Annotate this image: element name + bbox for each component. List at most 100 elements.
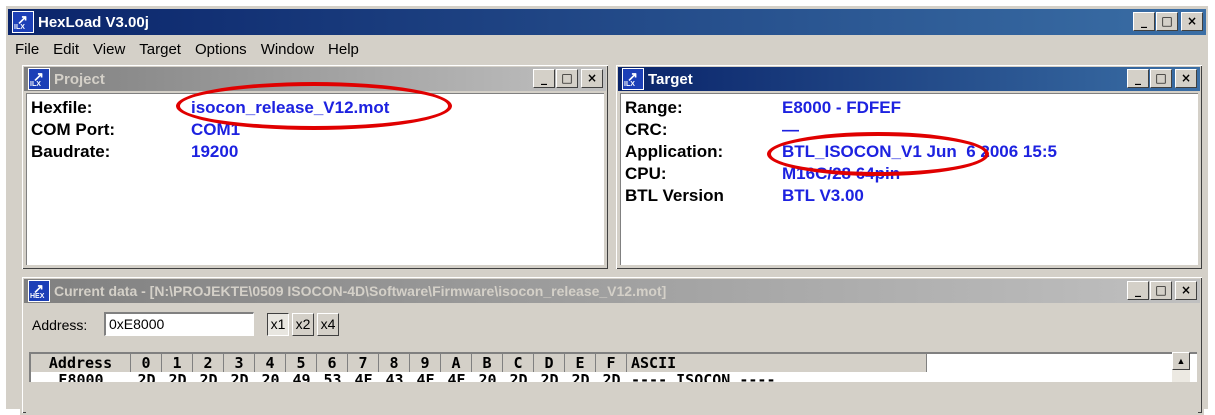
maximize-button[interactable]: □ xyxy=(556,69,578,88)
project-title: Project xyxy=(54,70,105,88)
target-title: Target xyxy=(648,70,693,88)
main-titlebar[interactable]: ↗ ILX HexLoad V3.00j _ □ × xyxy=(8,9,1206,35)
hex-byte-cell: 53 xyxy=(323,371,342,382)
hex-byte-cell: 2D xyxy=(137,371,156,382)
hex-byte-cell: 4F xyxy=(416,371,435,382)
maximize-button[interactable]: □ xyxy=(1150,281,1172,300)
column-header-b: B xyxy=(472,354,503,372)
baudrate-value: 19200 xyxy=(191,142,239,161)
range-value: E8000 - FDFEF xyxy=(782,98,902,117)
crc-row: CRC: — xyxy=(625,120,799,140)
btl-version-value: BTL V3.00 xyxy=(782,186,864,205)
minimize-button[interactable]: _ xyxy=(533,69,555,88)
hex-logo-icon: ↗ HEX xyxy=(28,280,50,302)
range-row: Range: E8000 - FDFEF xyxy=(625,98,901,118)
hex-byte-cell: 20 xyxy=(261,371,280,382)
hilx-logo-icon[interactable]: ↗ ILX xyxy=(12,11,34,33)
project-titlebar[interactable]: ↗ ILX Project _ □ × xyxy=(24,67,606,91)
hex-byte-cell: 2D xyxy=(168,371,187,382)
hexfile-label: Hexfile: xyxy=(31,98,93,117)
maximize-button[interactable]: □ xyxy=(1150,69,1172,88)
zoom-x1-button[interactable]: x1 xyxy=(267,313,289,336)
close-button[interactable]: × xyxy=(581,69,603,88)
target-titlebar[interactable]: ↗ ILX Target _ □ × xyxy=(618,67,1200,91)
current-data-titlebar[interactable]: ↗ HEX Current data - [N:\PROJEKTE\0509 IS… xyxy=(24,279,1200,303)
column-header-7: 7 xyxy=(348,354,379,372)
maximize-button[interactable]: □ xyxy=(1156,12,1178,31)
hex-byte-cell: 2D xyxy=(199,371,218,382)
menu-file[interactable]: File xyxy=(8,41,46,58)
hilx-logo-icon: ↗ ILX xyxy=(622,68,644,90)
address-cell: E8000 xyxy=(58,371,104,382)
menu-options[interactable]: Options xyxy=(188,41,254,58)
column-header-a: A xyxy=(441,354,472,372)
hex-byte-cell: 2D xyxy=(230,371,249,382)
hex-byte-cell: 2D xyxy=(509,371,528,382)
com-port-label: COM Port: xyxy=(31,120,116,139)
column-header-e: E xyxy=(565,354,596,372)
column-header-1: 1 xyxy=(162,354,193,372)
column-header-3: 3 xyxy=(224,354,255,372)
btl-version-label: BTL Version xyxy=(625,186,724,205)
minimize-button[interactable]: _ xyxy=(1127,281,1149,300)
column-header-8: 8 xyxy=(379,354,410,372)
hex-byte-cell: 4E xyxy=(447,371,466,382)
hex-byte-cell: 43 xyxy=(385,371,404,382)
hex-byte-cell: 2D xyxy=(540,371,559,382)
menu-help[interactable]: Help xyxy=(321,41,366,58)
cpu-label: CPU: xyxy=(625,164,667,183)
close-button[interactable]: × xyxy=(1175,281,1197,300)
cpu-row: CPU: M16C/28 64pin xyxy=(625,164,900,184)
crc-label: CRC: xyxy=(625,120,668,139)
menu-edit[interactable]: Edit xyxy=(46,41,86,58)
column-header-ascii: ASCII xyxy=(627,354,927,372)
hex-byte-cell: 2D xyxy=(571,371,590,382)
zoom-x2-button[interactable]: x2 xyxy=(292,313,314,336)
hex-byte-cell: 49 xyxy=(292,371,311,382)
menu-window[interactable]: Window xyxy=(254,41,321,58)
column-header-9: 9 xyxy=(410,354,441,372)
column-header-4: 4 xyxy=(255,354,286,372)
menu-bar: File Edit View Target Options Window Hel… xyxy=(8,37,366,61)
com-port-row: COM Port: COM1 xyxy=(31,120,240,140)
hex-byte-cell: 4F xyxy=(354,371,373,382)
minimize-button[interactable]: _ xyxy=(1127,69,1149,88)
column-header-2: 2 xyxy=(193,354,224,372)
minimize-button[interactable]: _ xyxy=(1133,12,1155,31)
hex-byte-cell: 2D xyxy=(602,371,621,382)
address-label: Address: xyxy=(32,317,88,333)
crc-value: — xyxy=(782,120,799,139)
menu-view[interactable]: View xyxy=(86,41,132,58)
column-header-c: C xyxy=(503,354,534,372)
range-label: Range: xyxy=(625,98,683,117)
ascii-cell: ---- ISOCON ---- xyxy=(631,371,776,382)
hex-byte-cell: 20 xyxy=(478,371,497,382)
app-title: HexLoad V3.00j xyxy=(38,13,149,31)
project-window: ↗ ILX Project _ □ × Hexfile: isocon_releas… xyxy=(20,63,610,271)
current-data-body: Address: 0xE8000 x1 x2 x4 Address 0 1 2 3 4 5 6… xyxy=(26,305,1198,413)
scroll-up-arrow-icon[interactable]: ▲ xyxy=(1172,352,1190,370)
vertical-scrollbar[interactable] xyxy=(1172,370,1190,382)
column-header-f: F xyxy=(596,354,627,372)
cpu-value: M16C/28 64pin xyxy=(782,164,901,183)
column-header-address: Address xyxy=(31,354,131,372)
zoom-x4-button[interactable]: x4 xyxy=(317,313,339,336)
hexfile-value: isocon_release_V12.mot xyxy=(191,98,390,117)
hex-data-grid[interactable]: Address 0 1 2 3 4 5 6 7 8 9 A B C D E F ASCII E8000 2D 2D 2D… xyxy=(29,352,1197,382)
close-button[interactable]: × xyxy=(1175,69,1197,88)
btl-version-row: BTL Version BTL V3.00 xyxy=(625,186,864,206)
application-row: Application: BTL_ISOCON_V1 Jun 6 2006 15:… xyxy=(625,142,1057,162)
menu-target[interactable]: Target xyxy=(132,41,188,58)
column-header-d: D xyxy=(534,354,565,372)
application-label: Application: xyxy=(625,142,724,161)
close-button[interactable]: × xyxy=(1181,12,1203,31)
com-port-value: COM1 xyxy=(191,120,241,139)
column-header-6: 6 xyxy=(317,354,348,372)
hexfile-row: Hexfile: isocon_release_V12.mot xyxy=(31,98,389,118)
project-info-panel: Hexfile: isocon_release_V12.mot COM Port:… xyxy=(26,82,604,265)
target-info-panel: Range: E8000 - FDFEF CRC: — Application: BT… xyxy=(620,93,1198,265)
current-data-window: ↗ HEX Current data - [N:\PROJEKTE\0509 IS… xyxy=(20,275,1204,415)
current-data-title: Current data - [N:\PROJEKTE\0509 ISOCON-… xyxy=(54,283,667,299)
address-input[interactable]: 0xE8000 xyxy=(104,312,254,336)
baudrate-label: Baudrate: xyxy=(31,142,111,161)
